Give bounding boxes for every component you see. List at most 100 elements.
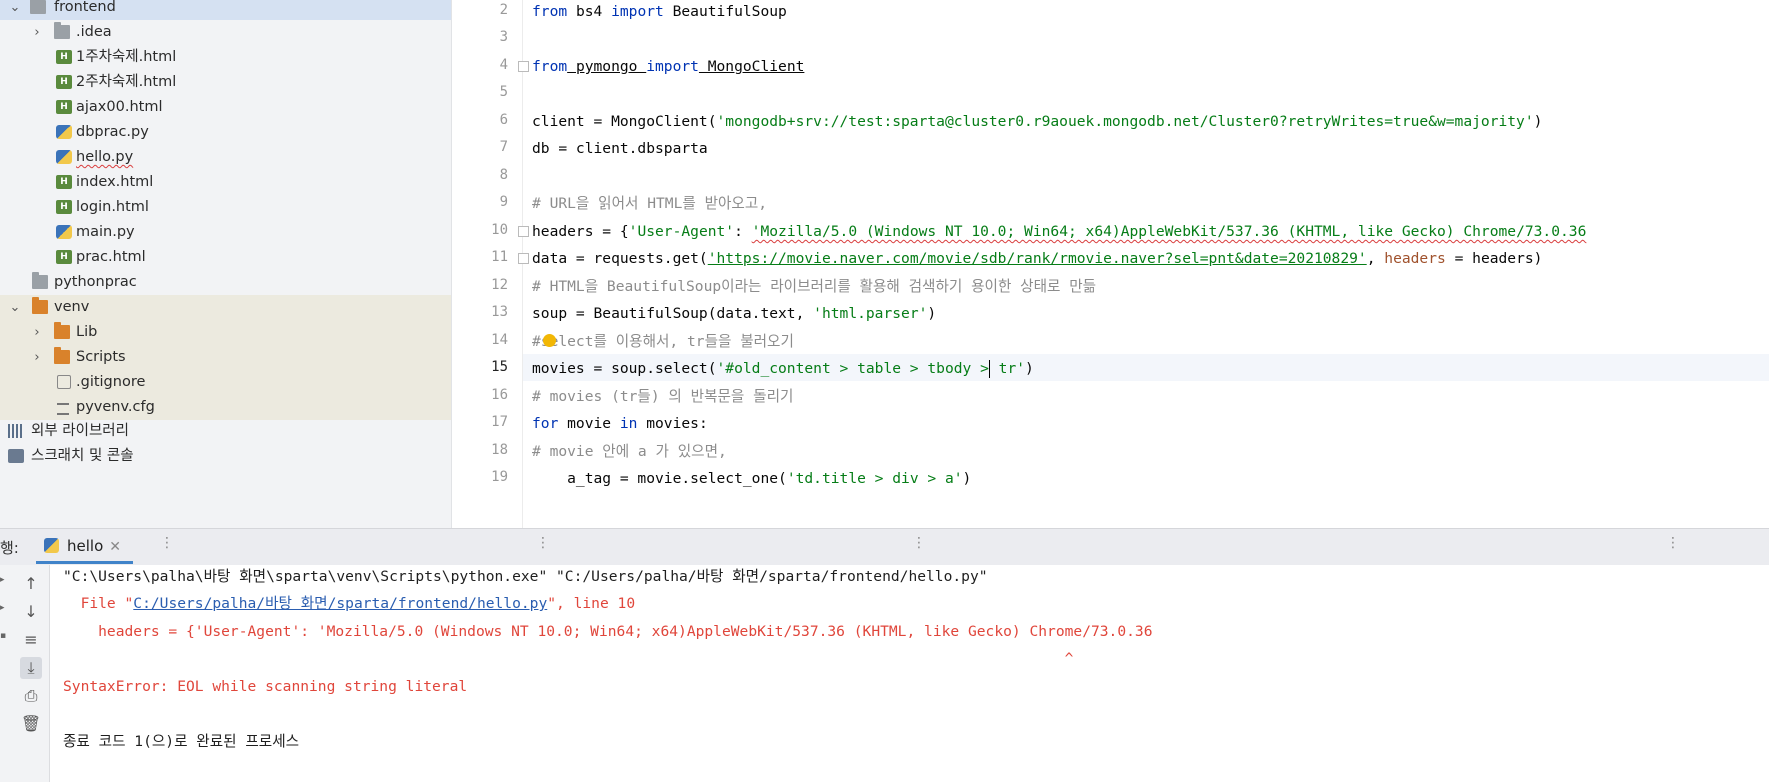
trash-icon[interactable]: 🗑 (20, 713, 42, 735)
html-file-icon: H (56, 50, 72, 64)
drag-handle-icon[interactable]: ⋮ (1666, 535, 1680, 551)
tree-item-external-libraries[interactable]: 외부 라이브러리 (0, 419, 451, 444)
code-line: headers = {'User-Agent': 'Mozilla/5.0 (W… (532, 223, 1587, 240)
tree-item-file[interactable]: H index.html (0, 170, 451, 195)
tree-item-gitignore[interactable]: .gitignore (0, 370, 451, 395)
console-traceback-file-line: File "C:/Users/palha/바탕 화면/sparta/fronte… (63, 595, 636, 612)
line-number: 15 (491, 359, 508, 375)
fold-marker-icon[interactable] (518, 253, 529, 264)
drag-handle-icon[interactable]: ⋮ (536, 535, 550, 551)
line-number: 16 (491, 387, 508, 403)
tree-item-pythonprac[interactable]: pythonprac (0, 270, 451, 295)
line-number: 17 (491, 414, 508, 430)
code-line: for movie in movies: (532, 415, 708, 432)
code-line: movies = soup.select('#old_content > tab… (532, 360, 1034, 378)
up-arrow-icon[interactable]: ↑ (20, 573, 42, 595)
code-line: soup = BeautifulSoup(data.text, 'html.pa… (532, 305, 937, 322)
tree-item-venv[interactable]: ⌄ venv (0, 295, 451, 320)
line-number: 14 (491, 332, 508, 348)
console-syntax-error: SyntaxError: EOL while scanning string l… (63, 678, 468, 695)
line-number: 12 (491, 277, 508, 293)
console-exit-message: 종료 코드 1(으)로 완료된 프로세스 (63, 733, 300, 750)
folder-icon (54, 22, 70, 39)
tree-item-file[interactable]: main.py (0, 220, 451, 245)
html-file-icon: H (56, 250, 72, 264)
run-label: 행: (0, 539, 19, 557)
tree-item-file[interactable]: H 1주차숙제.html (0, 45, 451, 70)
close-icon[interactable]: ✕ (109, 539, 121, 555)
tree-item-scripts[interactable]: › Scripts (0, 345, 451, 370)
code-line: #select를 이용해서, tr들을 불러오기 (532, 333, 794, 350)
scratches-icon (8, 449, 24, 463)
python-file-icon (56, 150, 72, 164)
print-icon[interactable]: ⎙ (20, 685, 42, 707)
code-line: db = client.dbsparta (532, 140, 708, 157)
library-icon (8, 424, 24, 438)
code-line: # URL을 읽어서 HTML를 받아오고, (532, 195, 768, 212)
chevron-down-icon[interactable]: ⌄ (8, 295, 22, 320)
chevron-down-icon[interactable]: ⌄ (8, 0, 22, 20)
tree-item-file[interactable]: H 2주차숙제.html (0, 70, 451, 95)
code-line: from pymongo import MongoClient (532, 58, 805, 75)
traceback-file-link[interactable]: C:/Users/palha/바탕 화면/sparta/frontend/hel… (133, 595, 547, 612)
tree-item-file[interactable]: dbprac.py (0, 120, 451, 145)
line-number: 5 (499, 84, 508, 100)
code-line: # movie 안에 a 가 있으면, (532, 443, 727, 460)
console-error-caret-line: ^ (63, 650, 1074, 667)
gitignore-file-icon (57, 375, 71, 389)
run-tool-window-header: 행: hello ✕ ⋮ ⋮ ⋮ ⋮ (0, 528, 1769, 566)
code-line: # movies (tr들) 의 반복문을 돌리기 (532, 388, 794, 405)
scroll-to-end-icon[interactable]: ⤓ (20, 657, 42, 679)
chevron-right-icon[interactable]: › (30, 320, 44, 345)
fold-marker-icon[interactable] (518, 61, 529, 72)
bulb-icon[interactable] (543, 334, 556, 347)
line-number: 3 (499, 29, 508, 45)
code-line: client = MongoClient('mongodb+srv://test… (532, 113, 1543, 130)
soft-wrap-icon[interactable]: ≡ (20, 629, 42, 651)
code-line: from bs4 import BeautifulSoup (532, 3, 787, 20)
project-tree: ⌄ frontend › .idea H 1주차숙제.html H 2주차숙제.… (0, 0, 452, 528)
line-number-gutter: 2 3 4 5 6 7 8 9 10 11 12 13 14 15 16 17 … (452, 0, 523, 528)
code-line: data = requests.get('https://movie.naver… (532, 250, 1543, 267)
tree-item-lib[interactable]: › Lib (0, 320, 451, 345)
html-file-icon: H (56, 200, 72, 214)
chevron-right-icon[interactable]: › (30, 20, 44, 45)
chevron-right-icon[interactable]: › (30, 345, 44, 370)
line-number: 8 (499, 167, 508, 183)
folder-icon (54, 347, 70, 364)
fold-marker-icon[interactable] (518, 226, 529, 237)
folder-icon (54, 322, 70, 339)
run-console[interactable]: "C:\Users\palha\바탕 화면\sparta\venv\Script… (50, 565, 1769, 782)
line-number: 19 (491, 469, 508, 485)
code-editor[interactable]: 2 3 4 5 6 7 8 9 10 11 12 13 14 15 16 17 … (452, 0, 1769, 528)
tree-item-file[interactable]: H ajax00.html (0, 95, 451, 120)
tree-item-frontend[interactable]: ⌄ frontend (0, 0, 451, 20)
line-number: 13 (491, 304, 508, 320)
tree-item-file[interactable]: H login.html (0, 195, 451, 220)
tree-item-idea[interactable]: › .idea (0, 20, 451, 45)
rerun-icon[interactable]: ▸ (0, 575, 6, 585)
tree-item-file[interactable]: H prac.html (0, 245, 451, 270)
tab-hello[interactable]: hello ✕ (36, 531, 133, 564)
down-arrow-icon[interactable]: ↓ (20, 601, 42, 623)
line-number: 10 (491, 222, 508, 238)
tree-item-scratches[interactable]: 스크래치 및 콘솔 (0, 444, 451, 469)
more-options-icon[interactable]: ⋮ (160, 535, 174, 551)
line-number: 4 (499, 57, 508, 73)
line-number: 18 (491, 442, 508, 458)
html-file-icon: H (56, 100, 72, 114)
folder-icon (30, 0, 46, 14)
run-toolbar: ↑ ↓ ≡ ⤓ ⎙ 🗑 ▸ ▸ ▪ (0, 565, 50, 782)
code-line: a_tag = movie.select_one('td.title > div… (532, 470, 972, 487)
line-number: 2 (499, 2, 508, 18)
tree-item-file[interactable]: hello.py (0, 145, 451, 170)
python-file-icon (56, 125, 72, 139)
stop-icon[interactable]: ▸ (0, 603, 6, 613)
drag-handle-icon[interactable]: ⋮ (912, 535, 926, 551)
line-number: 9 (499, 194, 508, 210)
folder-icon (32, 272, 48, 289)
html-file-icon: H (56, 175, 72, 189)
tree-item-pyvenv[interactable]: pyvenv.cfg (0, 395, 451, 420)
console-error-source-line: headers = {'User-Agent': 'Mozilla/5.0 (W… (63, 623, 1153, 640)
layout-icon[interactable]: ▪ (0, 631, 6, 641)
